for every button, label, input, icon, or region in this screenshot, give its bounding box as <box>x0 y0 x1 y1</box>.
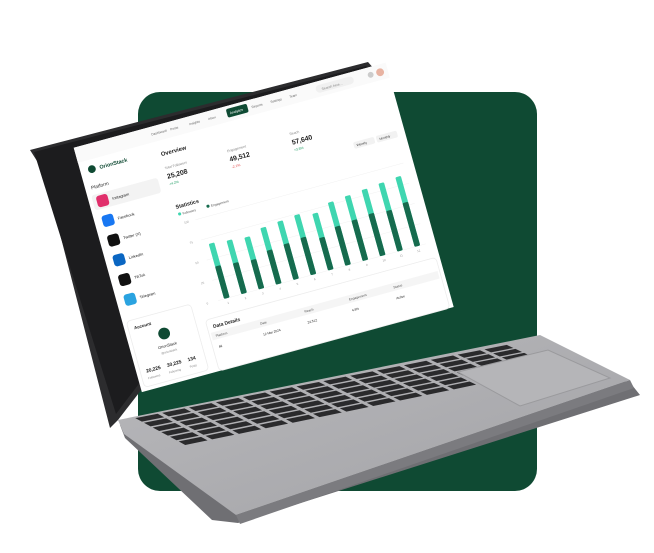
screen: DashboardPostsInsightsInboxAnalyticsRepo… <box>73 62 454 393</box>
